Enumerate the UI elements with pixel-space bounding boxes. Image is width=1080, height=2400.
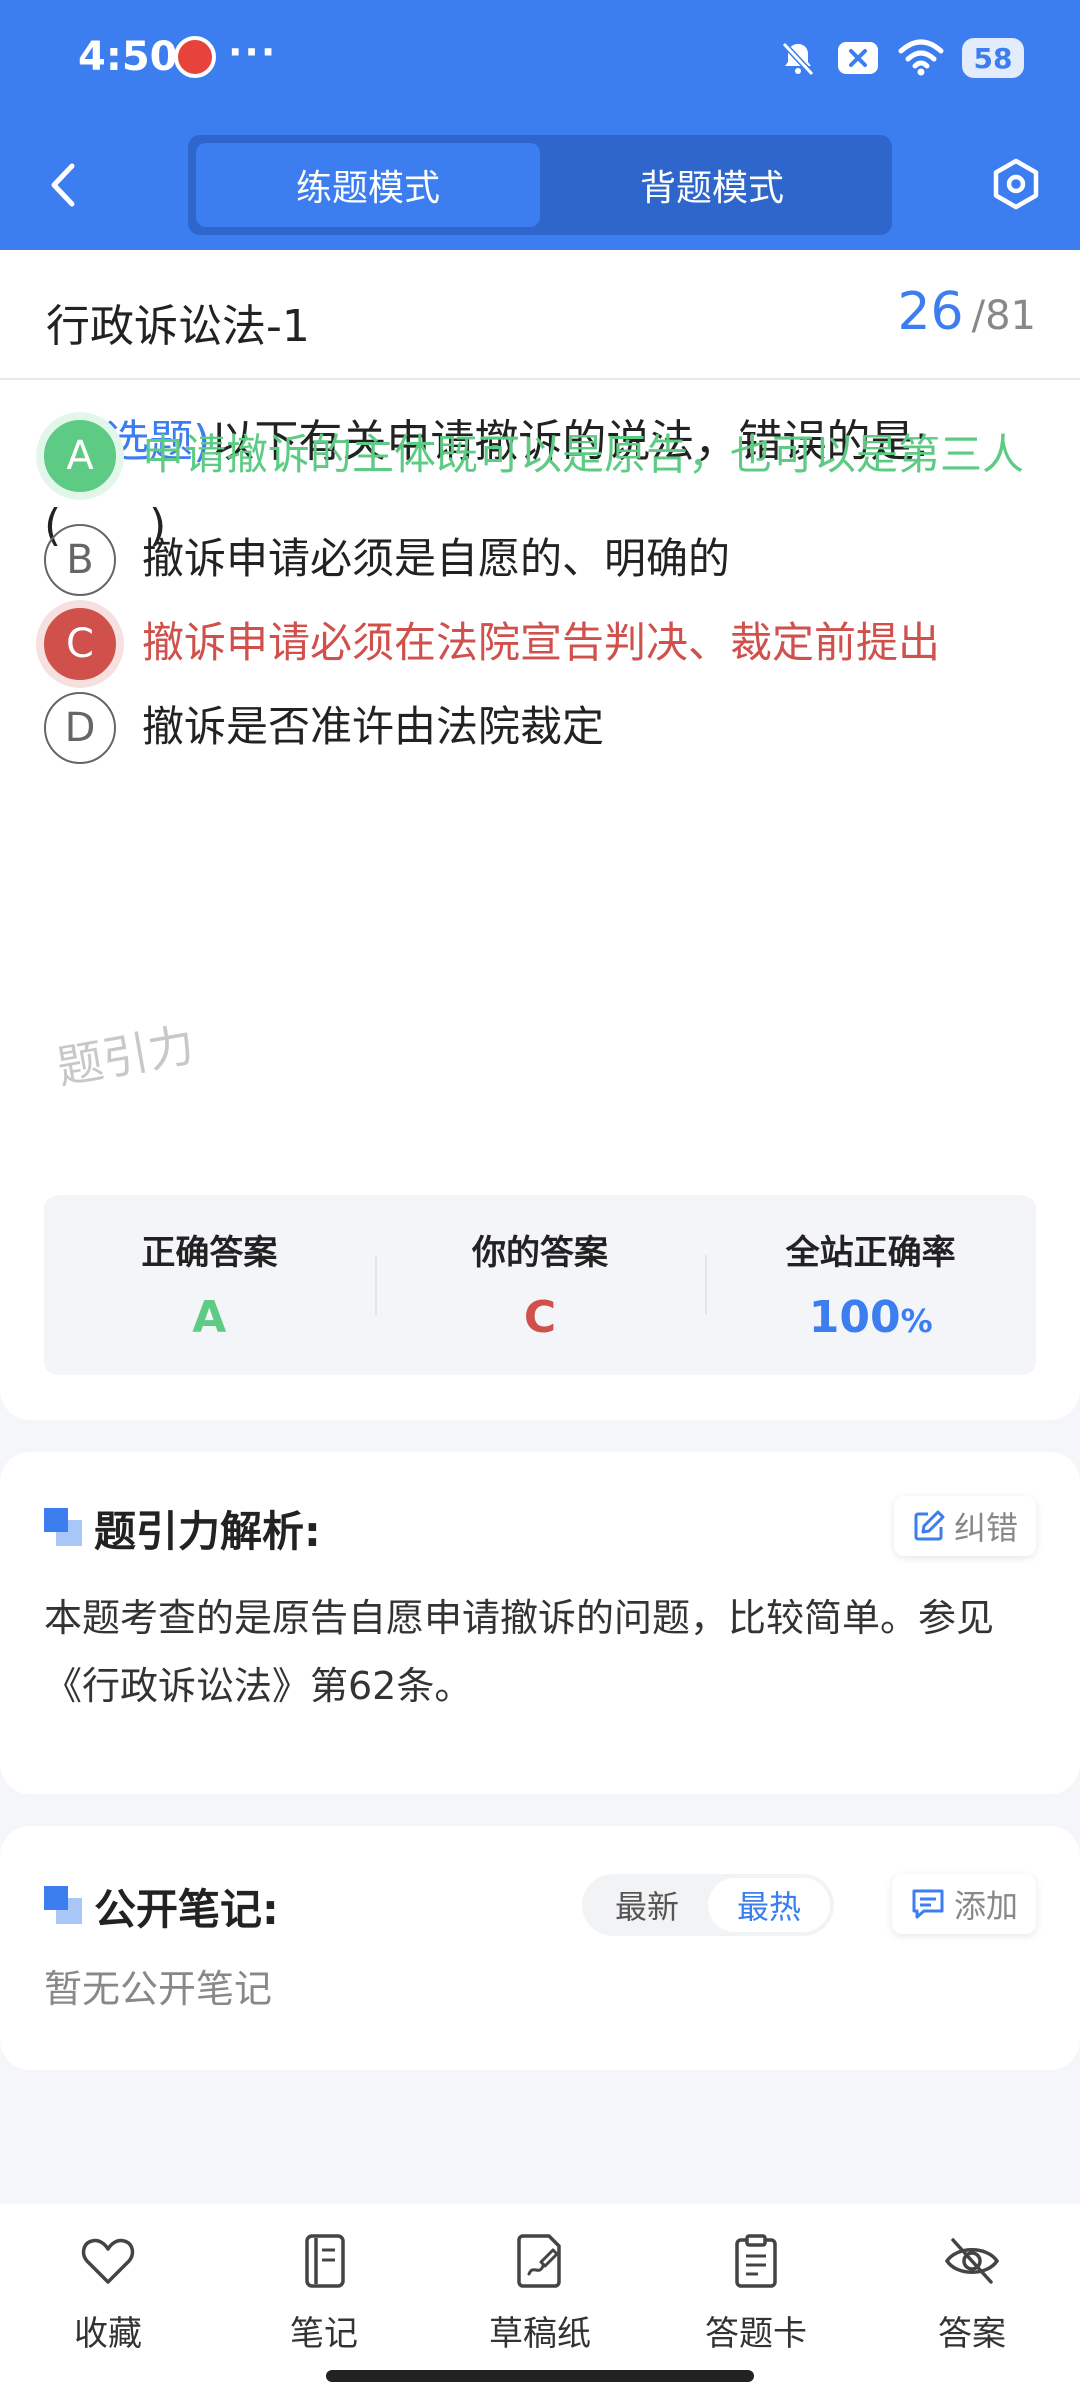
tab-practice-mode[interactable]: 练题模式 bbox=[196, 143, 540, 227]
back-arrow-icon[interactable] bbox=[44, 160, 84, 210]
option-text: 撤诉申请必须在法院宣告判决、裁定前提出 bbox=[142, 618, 941, 667]
question-card: 行政诉讼法-1 26 / 81 (单选题)以下有关申请撤诉的说法，错误的是:( … bbox=[0, 250, 1080, 1420]
option-b[interactable]: B 撤诉申请必须是自愿的、明确的 bbox=[44, 524, 1044, 596]
option-letter: A bbox=[44, 420, 116, 492]
accuracy-rate-number: 100 bbox=[808, 1292, 901, 1343]
eye-off-icon bbox=[944, 2238, 1000, 2284]
accuracy-rate-column: 全站正确率 100% bbox=[705, 1195, 1036, 1375]
wifi-icon bbox=[898, 39, 944, 76]
chapter-row: 行政诉讼法-1 26 / 81 bbox=[0, 250, 1080, 380]
analysis-text: 本题考查的是原告自愿申请撤诉的问题，比较简单。参见《行政诉讼法》第62条。 bbox=[44, 1596, 995, 1708]
edit-icon bbox=[914, 1510, 945, 1541]
sort-newest[interactable]: 最新 bbox=[586, 1878, 708, 1932]
home-indicator[interactable] bbox=[326, 2370, 754, 2382]
show-answer-label: 答案 bbox=[938, 2314, 1006, 2354]
notebook-icon bbox=[305, 2234, 345, 2288]
tab-recite-mode[interactable]: 背题模式 bbox=[540, 143, 884, 227]
public-notes-title: 公开笔记: bbox=[94, 1885, 279, 1934]
correct-answer-column: 正确答案 A bbox=[44, 1195, 375, 1375]
close-box-icon bbox=[838, 42, 878, 74]
heart-icon bbox=[81, 2238, 135, 2284]
report-error-label: 纠错 bbox=[953, 1509, 1018, 1547]
draft-paper-label: 草稿纸 bbox=[489, 2314, 591, 2354]
empty-notes-text: 暂无公开笔记 bbox=[44, 1967, 273, 2011]
accuracy-rate-value: 100% bbox=[809, 1292, 933, 1343]
status-bar: 4:50 ··· 58 bbox=[0, 0, 1080, 118]
add-note-label: 添加 bbox=[953, 1887, 1018, 1925]
correct-answer-label: 正确答案 bbox=[141, 1233, 278, 1273]
favorite-label: 收藏 bbox=[74, 2314, 142, 2354]
answer-sheet-label: 答题卡 bbox=[705, 2314, 807, 2354]
total-question-count: 81 bbox=[985, 293, 1036, 339]
option-letter: B bbox=[44, 524, 116, 596]
option-a[interactable]: A 申请撤诉的主体既可以是原告，也可以是第三人 bbox=[44, 420, 1044, 492]
option-text: 撤诉是否准许由法院裁定 bbox=[142, 702, 605, 751]
app-header: 4:50 ··· 58 练题模式 背题模式 bbox=[0, 0, 1080, 250]
battery-icon: 58 bbox=[962, 38, 1024, 78]
mode-switch: 练题模式 背题模式 bbox=[188, 135, 892, 235]
more-notifications-icon: ··· bbox=[228, 30, 278, 74]
current-question-number: 26 bbox=[897, 282, 964, 342]
settings-hexagon-icon[interactable] bbox=[990, 158, 1042, 210]
chapter-title: 行政诉讼法-1 bbox=[46, 301, 310, 352]
option-text: 申请撤诉的主体既可以是原告，也可以是第三人 bbox=[142, 430, 1025, 479]
notebook-label: 笔记 bbox=[290, 2314, 358, 2354]
analysis-title: 题引力解析: bbox=[94, 1507, 321, 1556]
option-letter: C bbox=[44, 608, 116, 680]
show-answer-button[interactable]: 答案 bbox=[864, 2204, 1080, 2400]
favorite-button[interactable]: 收藏 bbox=[0, 2204, 216, 2400]
option-letter: D bbox=[44, 692, 116, 764]
correct-answer-value: A bbox=[192, 1292, 227, 1343]
accuracy-rate-label: 全站正确率 bbox=[785, 1233, 956, 1273]
question-progress[interactable]: 26 / 81 bbox=[897, 282, 1036, 342]
your-answer-value: C bbox=[523, 1292, 557, 1343]
analysis-card: 题引力解析: 纠错 本题考查的是原告自愿申请撤诉的问题，比较简单。参见《行政诉讼… bbox=[0, 1452, 1080, 1794]
section-squares-icon bbox=[44, 1886, 82, 1924]
public-notes-card: 公开笔记: 最新 最热 添加 暂无公开笔记 bbox=[0, 1826, 1080, 2070]
add-note-button[interactable]: 添加 bbox=[891, 1874, 1036, 1934]
report-error-button[interactable]: 纠错 bbox=[893, 1496, 1036, 1556]
status-icons: 58 bbox=[778, 36, 1024, 80]
answer-sheet-icon bbox=[735, 2234, 777, 2288]
app-notification-icon bbox=[174, 36, 216, 78]
option-d[interactable]: D 撤诉是否准许由法院裁定 bbox=[44, 692, 1044, 764]
option-text: 撤诉申请必须是自愿的、明确的 bbox=[142, 534, 731, 583]
answer-summary: 正确答案 A 你的答案 C 全站正确率 100% bbox=[44, 1195, 1036, 1375]
your-answer-label: 你的答案 bbox=[472, 1233, 608, 1273]
comment-icon bbox=[912, 1889, 944, 1919]
draft-icon bbox=[517, 2234, 561, 2288]
mute-bell-icon bbox=[781, 41, 815, 77]
section-squares-icon bbox=[44, 1508, 82, 1546]
status-time: 4:50 bbox=[78, 34, 178, 80]
progress-separator: / bbox=[971, 293, 986, 339]
sort-hottest[interactable]: 最热 bbox=[708, 1878, 830, 1932]
notes-sort-toggle: 最新 最热 bbox=[582, 1874, 834, 1936]
your-answer-column: 你的答案 C bbox=[374, 1195, 706, 1375]
option-c[interactable]: C 撤诉申请必须在法院宣告判决、裁定前提出 bbox=[44, 608, 1044, 680]
accuracy-rate-unit: % bbox=[900, 1302, 933, 1340]
